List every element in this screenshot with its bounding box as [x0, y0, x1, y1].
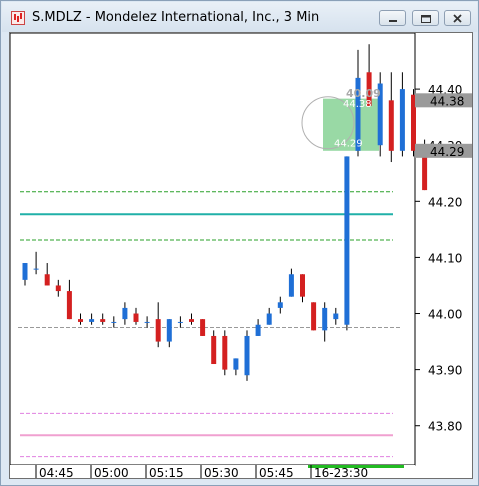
x-tick-label: 05:45 [259, 466, 294, 478]
price-annotation: 44.29 [334, 138, 363, 149]
close-button[interactable] [444, 10, 471, 26]
candle-up [177, 321, 183, 323]
candle-up [122, 307, 128, 320]
candle-up [322, 307, 328, 331]
candle-up [89, 319, 95, 322]
close-icon [453, 14, 462, 23]
candle-down [189, 319, 194, 322]
price-annotation: 44.38 [343, 99, 372, 110]
candle-up [344, 156, 350, 325]
candle-down [133, 313, 139, 322]
candle-up [266, 313, 272, 325]
x-tick-label: 05:15 [149, 466, 184, 478]
candle-up [166, 319, 172, 342]
candle-up [244, 335, 250, 376]
minimize-icon [389, 20, 397, 22]
x-tick-label: 05:00 [94, 466, 129, 478]
minimize-button[interactable] [379, 10, 406, 26]
candle-down [66, 291, 72, 320]
candle-down [155, 319, 161, 342]
candle-down [200, 319, 206, 336]
y-tick-label: 44.20 [428, 195, 462, 209]
candle-up [288, 274, 294, 297]
y-tick-label: 43.80 [428, 420, 462, 434]
candle-up [277, 302, 283, 308]
title-bar[interactable]: S.MDLZ - Mondelez International, Inc., 3… [2, 2, 477, 32]
app-chart-icon [11, 11, 25, 25]
x-tick-label: 16-23:30 [314, 466, 368, 478]
candle-down [388, 100, 394, 151]
candle-up [22, 263, 28, 280]
candle-up [255, 324, 261, 336]
candle-up [399, 89, 405, 151]
candle-down [55, 285, 61, 292]
y-tick-label: 43.90 [428, 364, 462, 378]
candle-up [144, 321, 150, 323]
y-tick-label: 44.10 [428, 251, 462, 265]
restore-icon [421, 15, 431, 23]
restore-button[interactable] [412, 10, 439, 26]
candle-down [44, 274, 50, 286]
candle-down [300, 274, 305, 297]
x-tick-label: 05:30 [204, 466, 239, 478]
window-title: S.MDLZ - Mondelez International, Inc., 3… [32, 10, 320, 25]
y-tick-label: 44.00 [428, 308, 462, 322]
candle-up [333, 313, 339, 320]
candle-down [222, 335, 228, 370]
candle-down [311, 302, 317, 331]
chart-window: S.MDLZ - Mondelez International, Inc., 3… [0, 0, 479, 486]
candle-up [33, 268, 39, 270]
candle-down [100, 319, 106, 322]
current-price-label: 44.38 [430, 94, 464, 108]
candle-down [211, 335, 217, 365]
candle-up [233, 358, 239, 370]
candle-down [78, 319, 83, 322]
current-price-label: 44.29 [430, 145, 464, 159]
candlestick-chart[interactable]: 40.0944.3844.29 44.4044.3044.2044.1044.0… [10, 33, 472, 478]
x-tick-label: 04:45 [39, 466, 74, 478]
chart-client-area[interactable]: 40.0944.3844.29 44.4044.3044.2044.1044.0… [9, 32, 473, 479]
candle-up [111, 321, 117, 323]
price-annotation: 40.09 [346, 87, 381, 100]
